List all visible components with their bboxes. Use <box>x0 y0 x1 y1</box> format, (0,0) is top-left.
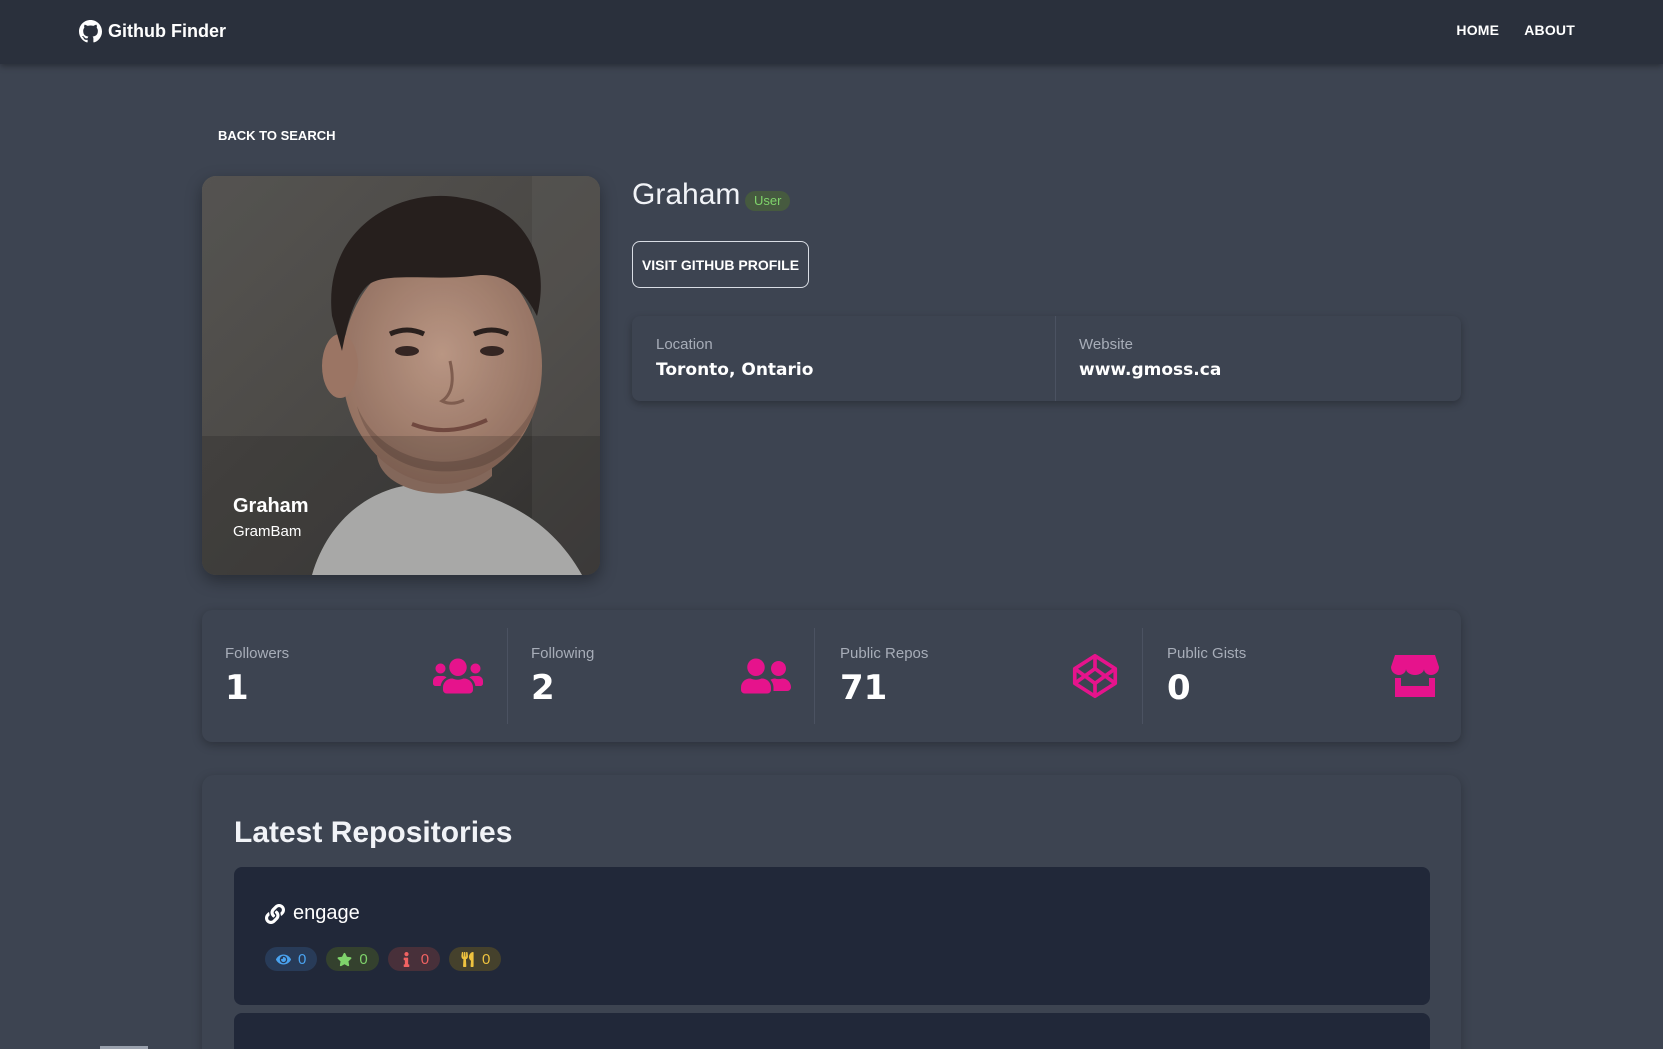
codepen-icon <box>1072 653 1118 699</box>
repo-card: engage 0 0 0 0 <box>234 867 1430 1005</box>
github-icon <box>79 20 102 43</box>
eye-icon <box>276 954 291 964</box>
website-link[interactable]: www.gmoss.ca <box>1079 360 1221 380</box>
watchers-count: 0 <box>298 950 307 968</box>
location-cell: Location Toronto, Ontario <box>656 336 813 380</box>
visit-github-profile-button[interactable]: VISIT GITHUB PROFILE <box>632 241 809 288</box>
stat-value: 0 <box>1167 668 1191 708</box>
link-icon <box>265 903 285 924</box>
stat-public-repos: Public Repos 71 <box>815 610 1142 742</box>
info-icon <box>403 951 409 967</box>
website-cell: Website www.gmoss.ca <box>1079 336 1221 380</box>
location-value: Toronto, Ontario <box>656 360 814 380</box>
forks-count: 0 <box>482 950 491 968</box>
location-label: Location <box>656 336 713 353</box>
stat-followers: Followers 1 <box>202 610 507 742</box>
nav-home[interactable]: HOME <box>1456 22 1499 38</box>
stat-value: 2 <box>531 668 555 708</box>
brand-title: Github Finder <box>108 21 226 41</box>
repo-card <box>234 1013 1430 1049</box>
user-friends-icon <box>741 658 791 694</box>
avatar-name: Graham <box>233 495 309 517</box>
stat-following: Following 2 <box>508 610 814 742</box>
stats-panel: Followers 1 Following 2 Public Repos 71 … <box>202 610 1461 742</box>
stars-count: 0 <box>359 950 368 968</box>
watchers-badge: 0 <box>265 947 318 971</box>
stat-label: Followers <box>225 645 290 662</box>
store-icon <box>1391 655 1439 697</box>
repos-title: Latest Repositories <box>234 816 513 849</box>
user-type-badge: User <box>745 191 791 211</box>
users-icon <box>433 658 483 694</box>
avatar-login: GramBam <box>233 523 302 540</box>
star-icon <box>337 952 352 966</box>
stat-label: Public Repos <box>840 645 929 662</box>
repo-link[interactable]: engage <box>265 902 360 925</box>
profile-name: Graham <box>632 178 741 211</box>
repo-badges: 0 0 0 0 <box>265 947 502 971</box>
website-label: Website <box>1079 336 1133 353</box>
stat-label: Public Gists <box>1167 645 1247 662</box>
navbar: Github Finder HOME ABOUT <box>0 0 1663 64</box>
nav-about[interactable]: ABOUT <box>1524 22 1575 38</box>
stars-badge: 0 <box>326 947 379 971</box>
issues-badge: 0 <box>387 947 441 971</box>
divider <box>1055 316 1056 401</box>
back-to-search-button[interactable]: BACK TO SEARCH <box>218 128 336 143</box>
stat-value: 71 <box>840 668 888 708</box>
brand-logo[interactable]: Github Finder <box>79 20 226 43</box>
nav-links: HOME ABOUT <box>1456 22 1575 38</box>
repo-name: engage <box>293 902 360 924</box>
stat-public-gists: Public Gists 0 <box>1143 610 1461 742</box>
utensils-icon <box>461 951 474 967</box>
stat-value: 1 <box>225 668 249 708</box>
issues-count: 0 <box>420 950 430 968</box>
stat-label: Following <box>531 645 595 662</box>
forks-badge: 0 <box>449 947 502 971</box>
info-panel: Location Toronto, Ontario Website www.gm… <box>632 316 1461 401</box>
